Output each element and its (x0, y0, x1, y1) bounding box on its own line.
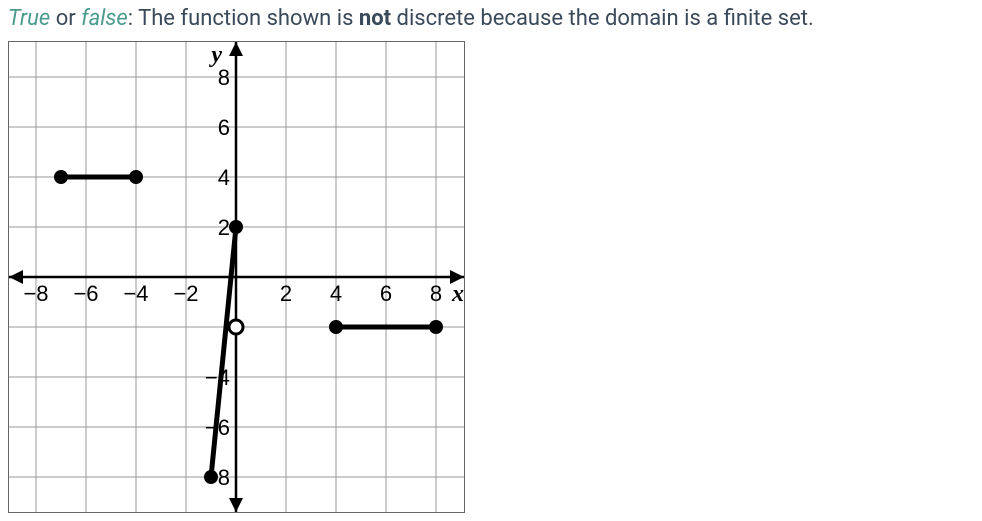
x-tick-label: −2 (173, 281, 198, 306)
x-tick-label: −4 (123, 281, 148, 306)
closed-endpoint (54, 170, 68, 184)
x-tick-label: −6 (73, 281, 98, 306)
colon: : (128, 6, 138, 31)
q-before: The function shown is (138, 6, 359, 31)
y-tick-label: −4 (205, 365, 230, 390)
closed-endpoint (204, 470, 218, 484)
q-bold: not (359, 6, 391, 31)
coordinate-plane: −8−6−4−22468−8−6−42468yx (9, 42, 464, 512)
open-endpoint (229, 320, 243, 334)
false-label: false (81, 6, 128, 31)
closed-endpoint (229, 220, 243, 234)
closed-endpoint (429, 320, 443, 334)
q-after: discrete because the domain is a finite … (391, 6, 814, 31)
x-tick-label: 8 (430, 281, 442, 306)
y-tick-label: 8 (218, 65, 230, 90)
question-text: True or false: The function shown is not… (8, 4, 974, 35)
x-tick-label: 2 (280, 281, 292, 306)
closed-endpoint (129, 170, 143, 184)
closed-endpoint (329, 320, 343, 334)
y-axis-label: y (208, 42, 222, 68)
y-tick-label: 4 (218, 165, 230, 190)
x-tick-label: 6 (380, 281, 392, 306)
x-tick-label: 4 (330, 281, 342, 306)
y-tick-label: 2 (218, 215, 230, 240)
true-label: True (8, 6, 50, 31)
y-tick-label: 6 (218, 115, 230, 140)
graph-container: −8−6−4−22468−8−6−42468yx (8, 41, 465, 513)
x-tick-label: −8 (23, 281, 48, 306)
or-label: or (50, 6, 81, 31)
x-axis-label: x (451, 281, 464, 307)
